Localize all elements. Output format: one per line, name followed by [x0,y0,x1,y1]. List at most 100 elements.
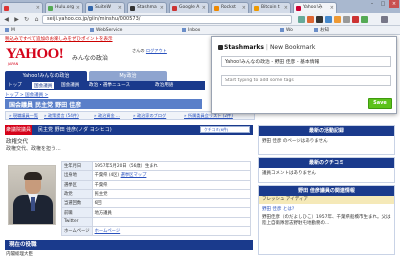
browser-tab[interactable]: Bitcoin t × [251,2,291,13]
logout-link[interactable]: ログアウト [146,48,167,53]
comment-title: 最新のクチコミ [259,158,394,168]
bookmark-item[interactable]: M [5,27,15,34]
comment-text: 議員コメントはありません [262,171,316,176]
site-name[interactable]: みんなの政治 [72,53,108,62]
member-photo [8,165,56,225]
close-window-icon[interactable]: × [389,0,399,8]
tab-favicon-icon [296,6,301,11]
current-position-header: 現在の役職 [5,240,253,250]
tab-my-seiji[interactable]: My政治 [89,71,167,81]
nav-glossary[interactable]: 政治用語 [155,81,173,90]
close-tab-icon[interactable]: × [76,3,80,13]
sub-link[interactable]: » 政治家のブログ [133,113,166,119]
nav-top[interactable]: トップ [8,81,22,90]
activity-title: 最新の活動記録 [259,126,394,136]
close-tab-icon[interactable]: × [36,3,40,13]
yahoo-logo[interactable]: YAHOO! [6,46,64,63]
close-tab-icon[interactable]: × [202,3,206,13]
save-button[interactable]: Save [368,98,392,109]
extension-icon[interactable] [298,16,305,23]
bookmark-item[interactable]: WebService [90,27,122,34]
browser-tab[interactable]: Google A × [169,2,209,13]
tab-favicon-icon [254,6,259,11]
table-row: 選挙区 千葉県 [61,179,252,190]
breadcrumb[interactable]: トップ > 国会議員 > [5,92,48,98]
home-icon[interactable]: ⌂ [32,15,41,24]
comment-box: 最新のクチコミ 議員コメントはありません [258,157,395,183]
tab-favicon-icon [88,6,93,11]
close-tab-icon[interactable]: × [118,3,122,13]
tab-favicon-icon [4,6,9,11]
tab-bar: × Hulu.org × SuiteW × Stashma × Google A × R… [0,0,400,13]
extension-icon[interactable] [307,16,314,23]
related-snippet: 野田佳彦（のだよしひこ）1957年、千葉県船橋市生まれ。父は陸上自衛隊習志野駐屯… [262,215,391,226]
close-tab-icon[interactable]: × [160,3,164,13]
kuchikomi-button[interactable]: クチコミ(6件) [200,126,250,133]
position-line: 内閣総理大臣 [6,252,33,257]
table-row: 出身地 千葉県 (4区) 選挙区マップ [61,170,252,181]
bookmark-title-input[interactable] [221,56,391,67]
minimize-icon[interactable]: – [367,0,377,8]
address-bar[interactable]: seiji.yahoo.co.jp/giin/minshu/000573/ [42,15,292,24]
stashmarks-popup: Stashmarks|New Bookmark Save [211,36,397,114]
promo-link[interactable]: 税込みですべて追加のお楽しみをぜひポイントを表示 [5,36,205,43]
browser-tab[interactable]: Hulu.org × [45,2,83,13]
tab-minna-no-seiji[interactable]: Yahoo!みんなの政治 [5,71,87,81]
section-title-bar: 国会議員 民主党 野田 佳彦 [5,99,202,109]
forward-icon[interactable]: ▶ [12,15,21,24]
extension-icon[interactable] [334,16,341,23]
sub-link[interactable]: » 政治資金 ... [94,113,120,119]
district-map-link[interactable]: 選挙区マップ [121,173,147,178]
browser-tab[interactable]: SuiteW × [85,2,125,13]
bookmark-item[interactable]: Wo [280,27,293,34]
tags-input[interactable] [221,75,391,86]
extension-icon[interactable] [352,16,359,23]
fresh-idea-label: フレッシュ アイディア [259,196,394,204]
browser-tab-active[interactable]: Yahoo!み × [293,2,337,13]
table-row: Twitter [61,216,252,228]
extension-icon[interactable] [325,16,332,23]
sub-link[interactable]: » 政策提言 (54件) [44,113,79,119]
table-row: 当選回数 6回 [61,198,252,209]
bookmark-icon [90,27,94,32]
tab-favicon-icon [214,6,219,11]
yahoo-logo-sub: JAPAN [8,62,19,66]
stashmarks-logo-icon [218,44,223,50]
bookmarks-bar: M WebService Inbox Wo お知 [0,26,400,35]
wrench-menu-icon[interactable] [381,16,388,23]
extension-icon[interactable] [343,16,350,23]
user-line: さんの ログアウト [132,48,167,53]
section-title: 国会議員 民主党 野田 佳彦 [9,102,82,109]
bookmark-icon [280,27,284,32]
maximize-icon[interactable]: □ [378,0,388,8]
bookmark-icon [182,27,186,32]
activity-text: 野田 佳彦 のページはありません [262,139,328,144]
homepage-link[interactable]: ホームページ [95,229,121,234]
reload-icon[interactable]: ↻ [22,15,31,24]
profile-slogan: 政権交代 [6,139,29,145]
browser-toolbar: ◀ ▶ ↻ ⌂ seiji.yahoo.co.jp/giin/minshu/00… [0,13,400,26]
back-icon[interactable]: ◀ [2,15,11,24]
profile-table: 生年月日 1957年5月20日（56歳）生まれ 出身地 千葉県 (4区) 選挙区マッ… [61,160,252,237]
browser-tab[interactable]: Stashma × [127,2,167,13]
nav-diet[interactable]: 国会議員 [61,81,79,90]
bookmark-item[interactable]: お知 [314,27,329,34]
tab-favicon-icon [130,6,135,11]
browser-tab[interactable]: × [1,2,43,13]
close-tab-icon[interactable]: × [284,3,288,13]
close-tab-icon[interactable]: × [330,3,334,13]
extension-icon[interactable] [361,16,368,23]
sub-link[interactable]: » 現職議員一覧 [9,113,38,119]
nav-news[interactable]: 政治・選挙ニュース [89,81,130,90]
bookmark-item[interactable]: Inbox [182,27,200,34]
close-tab-icon[interactable]: × [242,3,246,13]
related-item[interactable]: 野田 佳彦 とは？ [259,204,394,215]
bookmark-icon [314,27,318,32]
profile-name: 民主党 野田 佳彦(ノダ ヨシヒコ) [38,127,112,133]
table-row: 生年月日 1957年5月20日（56歳）生まれ [61,160,252,172]
table-row: 政党 民主党 [61,188,252,200]
nav-diet-members[interactable]: 国会議員 [31,81,56,90]
browser-tab[interactable]: Rockst × [211,2,249,13]
stashmarks-extension-icon[interactable] [316,16,323,23]
tab-favicon-icon [172,6,177,11]
